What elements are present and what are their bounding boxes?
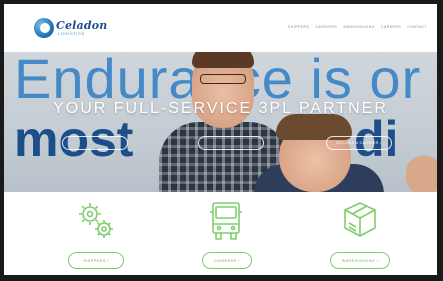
logo-subtitle: LOGISTICS (58, 31, 85, 36)
hero-button-center[interactable] (198, 136, 264, 150)
hero-banner: Endurance is or most di YOUR FULL-SERVIC… (4, 52, 437, 192)
hero-photo-glasses (200, 74, 246, 84)
become-a-carrier-button[interactable]: BECOME A CARRIER › (326, 136, 392, 150)
truck-icon (210, 202, 242, 240)
hero-button-left[interactable] (62, 136, 128, 150)
nav-shippers[interactable]: SHIPPERS (288, 25, 309, 29)
nav-warehousing[interactable]: WAREHOUSING (343, 25, 375, 29)
hero-photo-person1-hair (192, 52, 254, 68)
gears-icon (79, 203, 113, 238)
shippers-button[interactable]: SHIPPERS › (68, 252, 124, 269)
site-header: Celadon LOGISTICS SHIPPERS CARRIERS WARE… (4, 4, 437, 52)
logo-text: Celadon LOGISTICS (56, 20, 108, 36)
nav-careers[interactable]: CAREERS (381, 25, 401, 29)
nav-contact[interactable]: CONTACT (407, 25, 427, 29)
warehouse-boxes-icon (344, 202, 376, 237)
main-nav: SHIPPERS CARRIERS WAREHOUSING CAREERS CO… (288, 25, 427, 29)
celadon-logo-mark-icon (34, 18, 54, 38)
warehousing-button[interactable]: WAREHOUSING › (330, 252, 390, 269)
browser-viewport: Celadon LOGISTICS SHIPPERS CARRIERS WARE… (4, 4, 437, 275)
hero-photo-hand (406, 156, 437, 192)
nav-carriers[interactable]: CARRIERS (315, 25, 337, 29)
services-section: SHIPPERS › CARRIERS › WAREHOUSING › (4, 192, 437, 275)
carriers-button[interactable]: CARRIERS › (202, 252, 252, 269)
celadon-logo[interactable]: Celadon LOGISTICS (34, 18, 108, 38)
hero-title: YOUR FULL-SERVICE 3PL PARTNER (53, 100, 388, 117)
logo-name: Celadon (56, 19, 108, 32)
